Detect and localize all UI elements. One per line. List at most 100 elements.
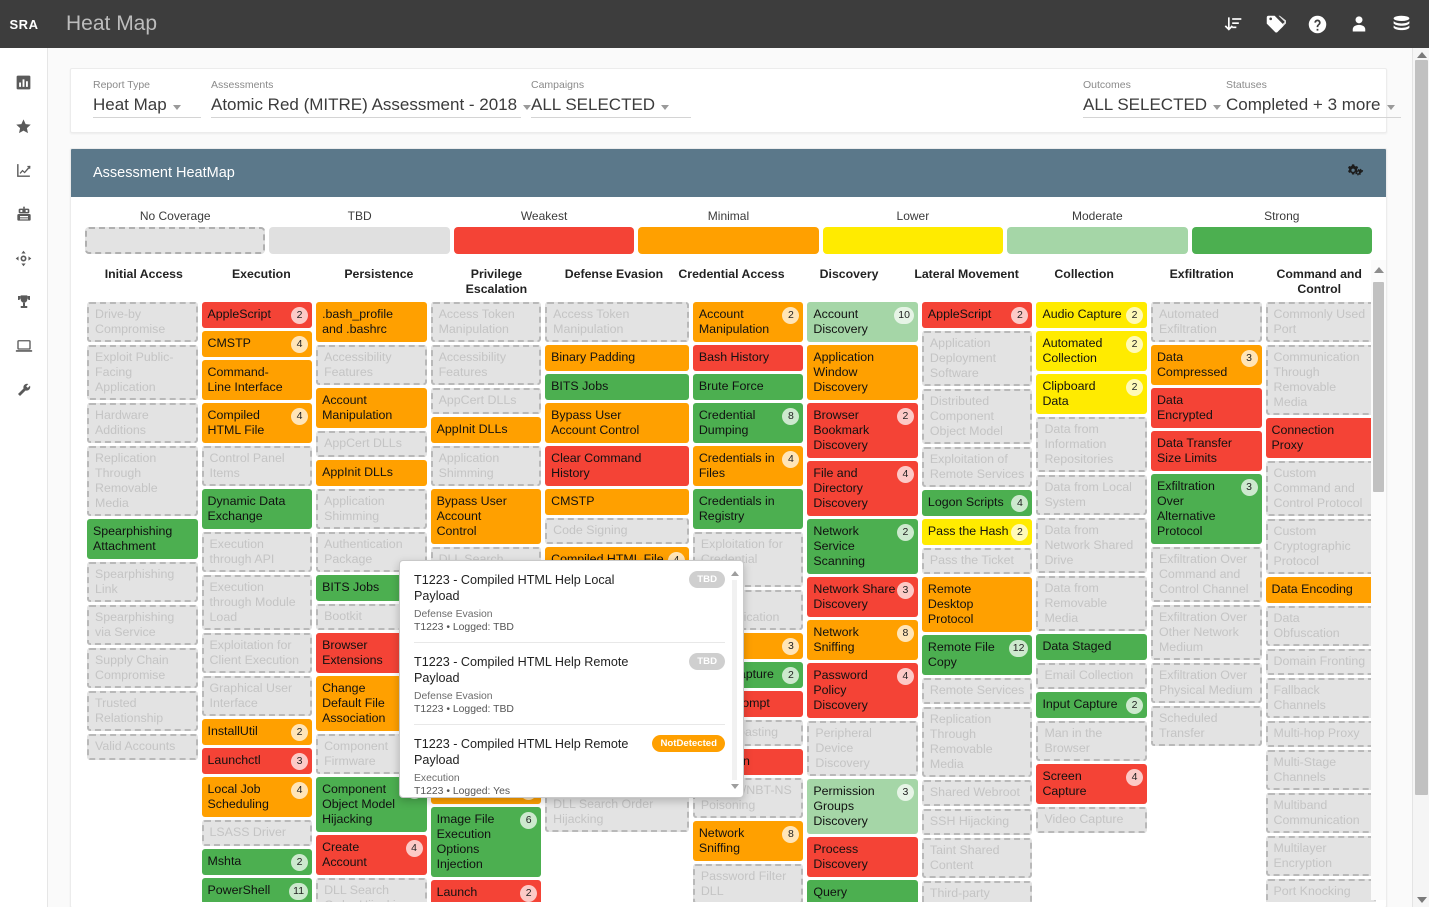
page-scrollbar[interactable]	[1412, 48, 1429, 907]
technique-cell[interactable]: Connection Proxy	[1265, 418, 1377, 458]
technique-cell[interactable]: Network Sniffing 8	[807, 620, 918, 660]
technique-cell[interactable]: Bypass User Account Control	[430, 489, 542, 544]
technique-cell[interactable]: Input Capture 2	[1036, 692, 1147, 718]
technique-cell[interactable]: Compiled HTML File 4	[201, 403, 313, 443]
matrix-column-header: Privilege Escalation	[465, 267, 528, 296]
technique-cell[interactable]: Spearphishing Attachment	[87, 519, 198, 559]
technique-cell[interactable]: Data Encoding	[1265, 577, 1377, 603]
scrollbar-thumb[interactable]	[1415, 60, 1428, 795]
technique-cell[interactable]: Credential Dumping 8	[692, 403, 804, 443]
technique-cell[interactable]: Account Manipulation	[316, 388, 427, 428]
tag-icon[interactable]	[1261, 10, 1289, 38]
scroll-up-arrow-icon[interactable]	[728, 567, 741, 580]
technique-cell[interactable]: Local Job Scheduling 4	[201, 777, 313, 817]
technique-cell[interactable]: Password Policy Discovery 4	[807, 663, 918, 718]
technique-cell[interactable]: Screen Capture 4	[1036, 764, 1147, 804]
technique-cell[interactable]: Launch Daemon 2	[430, 880, 542, 902]
technique-cell[interactable]: Data Staged	[1036, 634, 1147, 660]
technique-cell[interactable]: AppInit DLLs	[316, 460, 427, 486]
technique-cell[interactable]: BITS Jobs	[545, 374, 689, 400]
technique-cell[interactable]: Network Sniffing 8	[692, 821, 804, 861]
sort-descending-icon[interactable]	[1219, 10, 1247, 38]
technique-cell[interactable]: Mshta 2	[201, 849, 313, 875]
filter-report-type[interactable]: Report Type Heat Map	[93, 79, 201, 118]
technique-cell[interactable]: Remote File Copy 12	[921, 635, 1033, 675]
technique-detail-item[interactable]: T1223 - Compiled HTML Help Remote Payloa…	[414, 725, 725, 797]
technique-cell[interactable]: Application Window Discovery	[807, 345, 918, 400]
technique-cell[interactable]: Exfiltration Over Alternative Protocol 3	[1150, 474, 1262, 544]
technique-cell[interactable]: Credentials in Registry	[692, 489, 804, 529]
technique-cell[interactable]: Logon Scripts 4	[921, 490, 1033, 516]
technique-label: Supply Chain Compromise	[95, 653, 169, 682]
filter-outcomes[interactable]: Outcomes ALL SELECTED	[1083, 79, 1248, 118]
sidebar-item-wrench-icon[interactable]	[0, 368, 48, 412]
settings-gear-icon[interactable]	[1347, 162, 1364, 184]
scrollbar-thumb[interactable]	[1373, 282, 1384, 492]
chevron-down-icon[interactable]	[1213, 105, 1222, 110]
technique-cell[interactable]: Clipboard Data 2	[1036, 374, 1147, 414]
database-icon[interactable]	[1387, 10, 1415, 38]
user-icon[interactable]	[1345, 10, 1373, 38]
technique-cell[interactable]: Data Transfer Size Limits	[1150, 431, 1262, 471]
technique-cell[interactable]: Query Registry	[807, 880, 918, 902]
technique-cell[interactable]: Clear Command History	[545, 446, 689, 486]
technique-cell[interactable]: Audio Capture 2	[1036, 302, 1147, 328]
chevron-down-icon[interactable]	[172, 105, 181, 110]
sidebar-item-robot-icon[interactable]	[0, 192, 48, 236]
technique-cell[interactable]: Data Encrypted	[1150, 388, 1262, 428]
technique-cell[interactable]: File and Directory Discovery 4	[807, 461, 918, 516]
technique-cell[interactable]: Binary Padding	[545, 345, 689, 371]
scroll-down-arrow-icon[interactable]	[1413, 893, 1429, 907]
technique-cell[interactable]: Image File Execution Options Injection 6	[430, 807, 542, 877]
technique-detail-item[interactable]: T1223 - Compiled HTML Help Local Payload…	[414, 561, 725, 643]
technique-cell[interactable]: Automated Collection 2	[1036, 331, 1147, 371]
technique-cell[interactable]: InstallUtil 2	[201, 719, 313, 745]
scroll-down-arrow-icon[interactable]	[728, 780, 741, 793]
filter-statuses[interactable]: Statuses Completed + 3 more	[1226, 79, 1401, 118]
technique-cell[interactable]: Remote Desktop Protocol	[921, 577, 1033, 632]
technique-label: Taint Shared Content	[929, 843, 1000, 872]
sidebar-item-star-icon[interactable]	[0, 104, 48, 148]
sidebar-item-crosshair-icon[interactable]	[0, 236, 48, 280]
technique-cell[interactable]: Permission Groups Discovery 3	[807, 779, 918, 834]
scrollbar-track[interactable]	[732, 580, 737, 780]
technique-cell[interactable]: Network Service Scanning 2	[807, 519, 918, 574]
technique-cell[interactable]: Data Compressed 3	[1150, 345, 1262, 385]
technique-detail-item[interactable]: T1223 - Compiled HTML Help Remote Payloa…	[414, 643, 725, 725]
technique-cell[interactable]: CMSTP 4	[201, 331, 313, 357]
matrix-scrollbar[interactable]	[1371, 260, 1386, 900]
technique-cell[interactable]: Credentials in Files 4	[692, 446, 804, 486]
chevron-down-icon[interactable]	[1386, 105, 1395, 110]
sidebar-item-trending-chart-icon[interactable]	[0, 148, 48, 192]
technique-cell[interactable]: Dynamic Data Exchange	[201, 489, 313, 529]
help-icon[interactable]	[1303, 10, 1331, 38]
technique-cell[interactable]: Browser Bookmark Discovery 2	[807, 403, 918, 458]
technique-cell[interactable]: Bash History	[692, 345, 804, 371]
popup-scrollbar[interactable]	[728, 567, 741, 793]
technique-cell[interactable]: Launchctl 3	[201, 748, 313, 774]
technique-cell[interactable]: Network Share Discovery 3	[807, 577, 918, 617]
app-logo[interactable]: SRA	[0, 0, 48, 48]
chevron-down-icon[interactable]	[523, 105, 532, 110]
technique-cell[interactable]: Account Manipulation 2	[692, 302, 804, 342]
technique-cell[interactable]: Bypass User Account Control	[545, 403, 689, 443]
technique-cell[interactable]: Process Discovery	[807, 837, 918, 877]
technique-cell[interactable]: Create Account 4	[316, 835, 427, 875]
filter-campaigns[interactable]: Campaigns ALL SELECTED	[531, 79, 691, 118]
sidebar-item-laptop-icon[interactable]	[0, 324, 48, 368]
technique-cell[interactable]: PowerShell 11	[201, 878, 313, 902]
technique-cell[interactable]: AppleScript 2	[201, 302, 313, 328]
technique-cell[interactable]: CMSTP	[545, 489, 689, 515]
chevron-down-icon[interactable]	[661, 105, 670, 110]
scroll-up-arrow-icon[interactable]	[1371, 264, 1386, 276]
technique-cell[interactable]: AppleScript 2	[921, 302, 1033, 328]
technique-cell[interactable]: Brute Force	[692, 374, 804, 400]
sidebar-item-dashboard-icon[interactable]	[0, 60, 48, 104]
technique-cell[interactable]: Pass the Hash 2	[921, 519, 1033, 545]
filter-assessments[interactable]: Assessments Atomic Red (MITRE) Assessmen…	[211, 79, 532, 118]
technique-cell[interactable]: AppInit DLLs	[430, 417, 542, 443]
sidebar-item-trophy-icon[interactable]	[0, 280, 48, 324]
technique-cell[interactable]: Command-Line Interface	[201, 360, 313, 400]
technique-cell[interactable]: Account Discovery 10	[807, 302, 918, 342]
technique-cell[interactable]: .bash_profile and .bashrc	[316, 302, 427, 342]
